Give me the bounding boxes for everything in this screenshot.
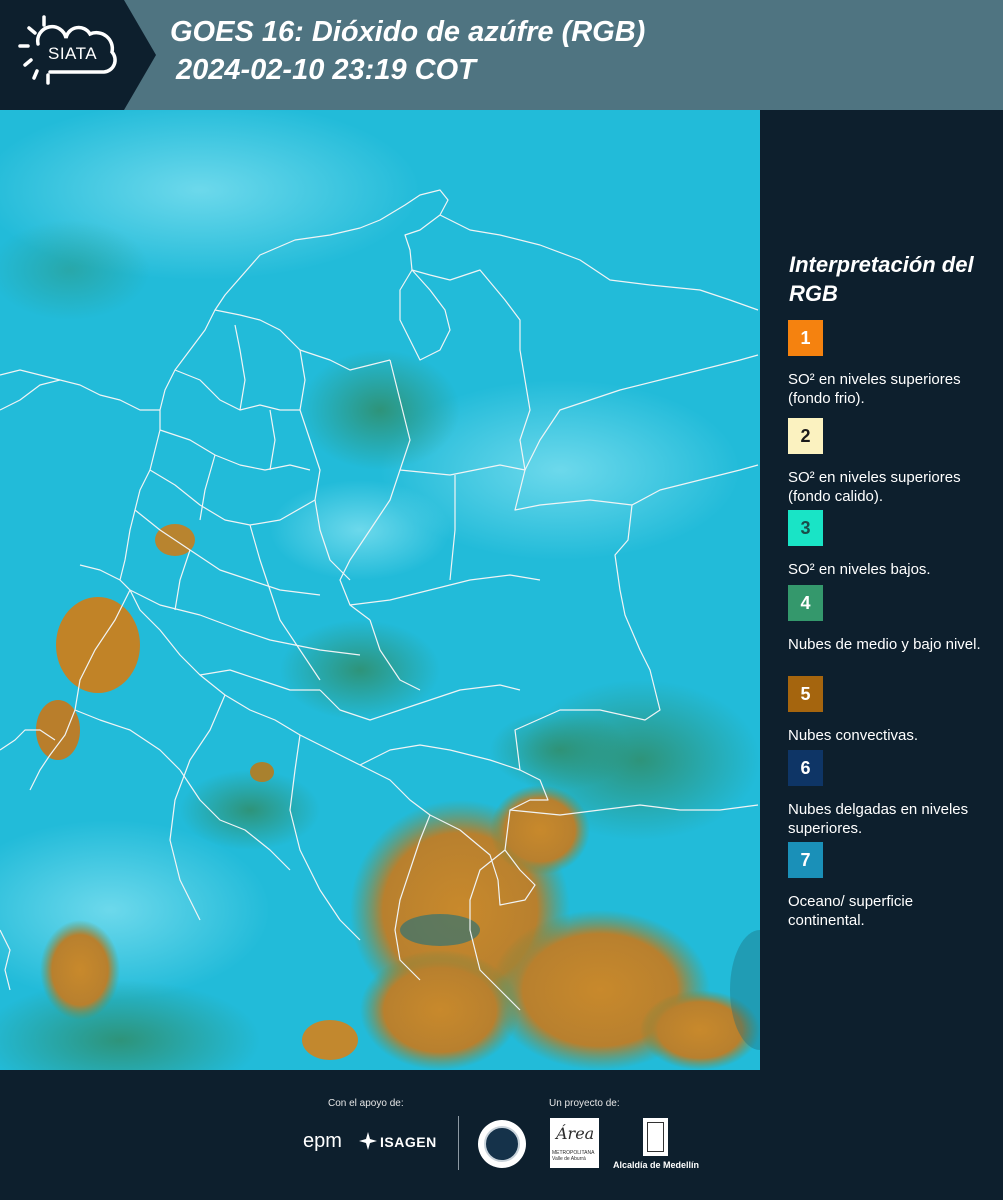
legend-label: SO² en niveles superiores (fondo calido)… [788, 469, 961, 505]
legend-swatch: 3 [788, 510, 823, 546]
project-caption: Un proyecto de: [549, 1098, 620, 1109]
legend-label: Nubes delgadas en niveles superiores. [788, 801, 969, 837]
legend-label: SO² en niveles superiores (fondo frio). [788, 371, 961, 407]
university-seal-icon [478, 1120, 526, 1168]
legend-label: Nubes de medio y bajo nivel. [788, 636, 981, 653]
legend-swatch: 6 [788, 750, 823, 786]
logo-label: SIATA [48, 44, 98, 63]
legend-item-1: 1 SO² en niveles superiores (fondo frio)… [788, 320, 993, 408]
header-bar: SIATA GOES 16: Dióxido de azúfre (RGB) 2… [0, 0, 1003, 110]
legend-panel: Interpretación del RGB 1 SO² en niveles … [776, 110, 1003, 1070]
legend-label: Nubes convectivas. [788, 727, 919, 744]
legend-swatch: 7 [788, 842, 823, 878]
area-logo-subtitle: METROPOLITANA Valle de Aburrá [552, 1150, 595, 1162]
legend-label: SO² en niveles bajos. [788, 561, 931, 578]
support-caption: Con el apoyo de: [328, 1098, 404, 1109]
legend-item-5: 5 Nubes convectivas. [788, 676, 993, 745]
isagen-star-icon [359, 1132, 377, 1150]
footer: Con el apoyo de: Un proyecto de: epm ISA… [0, 1070, 1003, 1200]
timestamp: 2024-02-10 23:19 COT [176, 54, 476, 86]
epm-logo: epm [303, 1130, 342, 1152]
legend-swatch: 4 [788, 585, 823, 621]
siata-logo: SIATA [0, 0, 156, 110]
footer-divider [458, 1116, 459, 1170]
area-metropolitana-logo: Área METROPOLITANA Valle de Aburrá [550, 1118, 599, 1168]
legend-item-7: 7 Oceano/ superficie continental. [788, 842, 993, 930]
legend-swatch: 5 [788, 676, 823, 712]
isagen-logo: ISAGEN [380, 1134, 437, 1150]
legend-title: Interpretación del RGB [789, 252, 974, 306]
legend-swatch: 2 [788, 418, 823, 454]
legend-label: Oceano/ superficie continental. [788, 893, 914, 929]
alcaldia-logo-text: Alcaldía de Medellín [613, 1160, 700, 1170]
legend-swatch: 1 [788, 320, 823, 356]
satellite-map [0, 110, 760, 1070]
medellin-coat-of-arms-icon [643, 1118, 668, 1156]
page-title: GOES 16: Dióxido de azúfre (RGB) [170, 16, 646, 48]
legend-item-4: 4 Nubes de medio y bajo nivel. [788, 585, 993, 654]
area-logo-script: Área [556, 1124, 595, 1143]
map-image [0, 110, 760, 1070]
legend-item-2: 2 SO² en niveles superiores (fondo calid… [788, 418, 993, 506]
legend-item-3: 3 SO² en niveles bajos. [788, 510, 993, 579]
legend-item-6: 6 Nubes delgadas en niveles superiores. [788, 750, 993, 838]
